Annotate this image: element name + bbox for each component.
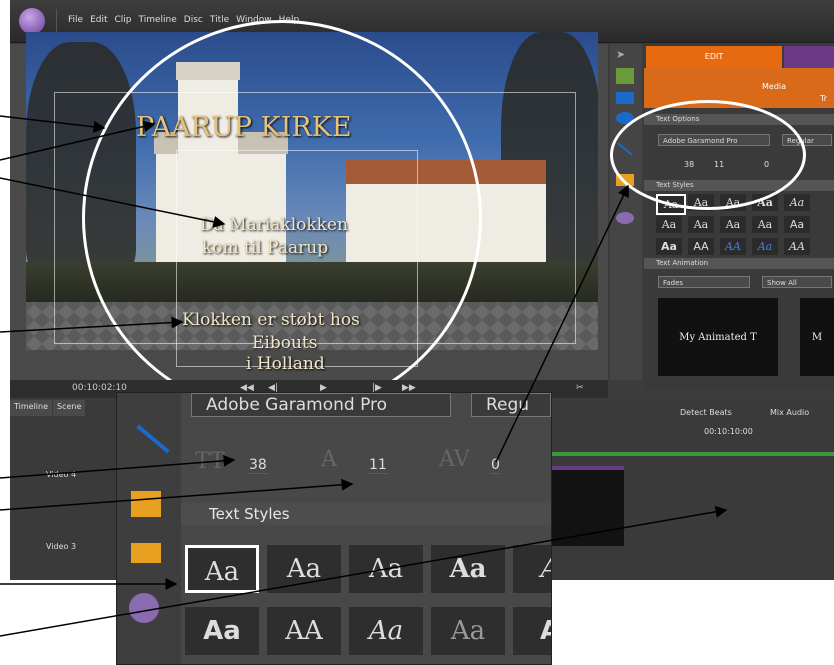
track-label: Video 4	[46, 470, 77, 479]
text-style-swatch[interactable]: Aa	[784, 194, 810, 211]
color-tool-icon[interactable]	[129, 593, 159, 623]
track-header-video3: Video 3	[10, 538, 116, 568]
zoom-style-swatch[interactable]: Aa	[185, 607, 259, 655]
zoom-font-dropdown[interactable]: Adobe Garamond Pro	[191, 393, 451, 417]
text-tool-icon[interactable]	[616, 68, 634, 84]
text-style-swatch[interactable]: Aa	[656, 238, 682, 255]
tasks-panel: EDIT Media Tr Text Options Adobe Garamon…	[644, 44, 834, 390]
premiere-elements-window: File Edit Clip Timeline Disc Title Windo…	[10, 0, 834, 665]
zoom-style-swatch[interactable]: Aa	[349, 607, 423, 655]
text-style-swatch[interactable]: AA	[720, 238, 746, 255]
zoom-style-swatch[interactable]: A	[513, 607, 551, 655]
app-logo-icon[interactable]	[19, 8, 45, 34]
font-size-icon: TT	[195, 449, 225, 474]
line-tool-icon[interactable]	[136, 424, 170, 454]
text-style-swatch[interactable]: AA	[784, 238, 810, 255]
zoom-tools-column	[117, 393, 181, 664]
rectangle-tool-icon[interactable]	[616, 92, 634, 104]
highlight-circle-panel	[610, 100, 806, 210]
zoom-text-options: Adobe Garamond Pro Regu TT 38 A 11 AV 0 …	[181, 393, 551, 664]
tab-edit[interactable]: EDIT	[646, 46, 782, 68]
kerning-icon: AV	[439, 447, 470, 472]
zoom-inset: Adobe Garamond Pro Regu TT 38 A 11 AV 0 …	[116, 392, 552, 665]
tab-timeline[interactable]: Timeline	[10, 400, 53, 416]
track-label: Video 3	[46, 542, 77, 551]
leading-icon: A	[321, 447, 337, 472]
menu-disc[interactable]: Disc	[184, 15, 203, 25]
scissors-icon[interactable]: ✂	[576, 383, 584, 393]
zoom-style-swatch[interactable]: Aa	[431, 545, 505, 593]
timeline-timecode: 00:10:10:00	[704, 427, 753, 436]
menu-separator	[56, 9, 57, 33]
text-style-swatch[interactable]: Aa	[688, 216, 714, 233]
title-tools-bar: ➤	[610, 44, 642, 380]
text-style-swatch[interactable]: AA	[688, 238, 714, 255]
zoom-style-swatch[interactable]: Aa	[431, 607, 505, 655]
tab-scene[interactable]: Scene	[53, 400, 86, 416]
text-style-swatch[interactable]: Aa	[784, 216, 810, 233]
zoom-style-swatch[interactable]: A	[513, 545, 551, 593]
text-style-swatch[interactable]: Aa	[720, 216, 746, 233]
align-tool-icon[interactable]	[131, 491, 161, 517]
zoom-size-value[interactable]: 38	[249, 457, 267, 474]
distribute-tool-icon[interactable]	[131, 543, 161, 563]
mix-audio-button[interactable]: Mix Audio	[770, 408, 809, 417]
timeline-clip[interactable]	[540, 466, 624, 546]
detect-beats-button[interactable]: Detect Beats	[680, 408, 732, 417]
tab-purple[interactable]	[784, 46, 834, 68]
zoom-style-swatch[interactable]: Aa	[349, 545, 423, 593]
media-label: Media	[762, 82, 787, 91]
menu-file[interactable]: File	[68, 15, 83, 25]
zoom-kerning-value[interactable]: 0	[491, 457, 500, 474]
color-tool-icon[interactable]	[616, 212, 634, 224]
zoom-text-styles-header[interactable]: Text Styles	[181, 503, 551, 525]
animation-filter-dropdown[interactable]: Show All	[762, 276, 832, 288]
timeline-ruler[interactable]	[540, 452, 834, 456]
zoom-style-swatch[interactable]: Aa	[185, 545, 259, 593]
highlight-circle-monitor	[82, 20, 482, 416]
media-button[interactable]: Media	[762, 82, 786, 91]
animation-category-dropdown[interactable]: Fades	[658, 276, 750, 288]
track-header-video4: Video 4	[10, 466, 116, 496]
animation-preview[interactable]: M	[800, 298, 834, 376]
text-style-swatch[interactable]: Aa	[752, 238, 778, 255]
menu-edit[interactable]: Edit	[90, 15, 107, 25]
text-animation-header[interactable]: Text Animation	[644, 258, 834, 269]
menu-title[interactable]: Title	[210, 15, 229, 25]
zoom-style-swatch[interactable]: Aa	[267, 545, 341, 593]
zoom-style-dropdown[interactable]: Regu	[471, 393, 551, 417]
transitions-button[interactable]: Tr	[820, 94, 827, 103]
menu-clip[interactable]: Clip	[115, 15, 132, 25]
text-style-swatch[interactable]: Aa	[656, 216, 682, 233]
text-style-swatch[interactable]: Aa	[752, 216, 778, 233]
selection-tool-icon[interactable]: ➤	[616, 48, 634, 61]
zoom-leading-value[interactable]: 11	[369, 457, 387, 474]
menu-timeline[interactable]: Timeline	[139, 15, 177, 25]
zoom-style-swatch[interactable]: AA	[267, 607, 341, 655]
animation-preview[interactable]: My Animated T	[658, 298, 778, 376]
